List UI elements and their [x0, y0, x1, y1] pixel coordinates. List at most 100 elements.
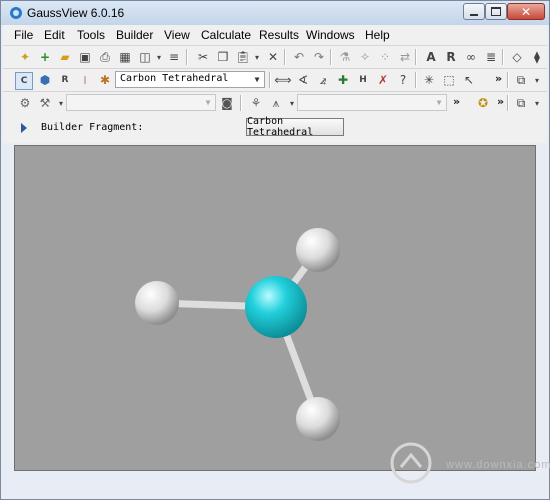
image-icon[interactable]: ▦ [117, 49, 133, 65]
menu-builder[interactable]: Builder [116, 28, 153, 42]
toolbar-overflow-chevron[interactable]: » [497, 95, 504, 108]
toolbar-separator [507, 95, 509, 111]
spectra-icon[interactable]: ⩚ [268, 95, 284, 111]
rebond-icon[interactable]: ⁘ [377, 49, 393, 65]
minimize-button[interactable] [463, 3, 485, 20]
watermark-logo [390, 442, 432, 484]
watermark-text: www.downxia.com [446, 459, 550, 471]
label-r-icon[interactable]: R [443, 49, 459, 65]
r-group-icon[interactable]: R [57, 72, 73, 88]
menu-tools[interactable]: Tools [77, 28, 105, 42]
pin-icon[interactable]: ⧫ [529, 49, 545, 65]
fragment-select[interactable]: Carbon Tetrahedral ▼ [115, 71, 265, 88]
undo-icon[interactable]: ↶ [291, 49, 307, 65]
biological-icon[interactable]: ⧘ [77, 72, 93, 88]
save-icon[interactable]: ▣ [77, 49, 93, 65]
carbon-atom[interactable] [245, 276, 307, 338]
menu-file[interactable]: File [14, 28, 33, 42]
gaussian-calc-icon[interactable]: ⚙ [17, 95, 33, 111]
builder-toolbar: C ⬢ R ⧘ ✱ Carbon Tetrahedral ▼ ⟺ ∢ ⦨ ✚ H… [3, 69, 547, 92]
menu-view[interactable]: View [164, 28, 190, 42]
redo-icon[interactable]: ↷ [311, 49, 327, 65]
symmetrize-icon[interactable]: ✧ [357, 49, 373, 65]
ring-icon[interactable]: ⬢ [37, 72, 53, 88]
maximize-icon [491, 7, 501, 16]
toolbar-separator [186, 49, 188, 65]
toolbar-separator [240, 95, 242, 111]
window-title: GaussView 6.0.16 [27, 6, 125, 20]
menu-edit[interactable]: Edit [44, 28, 65, 42]
expand-arrow-icon[interactable] [21, 123, 27, 133]
calc-toolbar: ⚙ ⚒ ▾ ▼ ◙ ⚘ ⩚ ▾ ▼ » ✪ » ⧉ ▾ [3, 92, 547, 115]
preferences-icon[interactable]: ✪ [475, 95, 491, 111]
chevron-down-icon: ▼ [436, 98, 442, 107]
tile-dropdown-icon[interactable]: ▾ [529, 95, 545, 111]
toolbar-overflow-chevron[interactable]: » [453, 95, 460, 108]
dihedral-icon[interactable]: ⦨ [315, 72, 331, 88]
hydrogen-atom-2[interactable] [135, 281, 179, 325]
label-a-icon[interactable]: A [423, 49, 439, 65]
results-icon[interactable]: ◙ [219, 95, 235, 111]
bond-angle-icon[interactable]: ∢ [295, 72, 311, 88]
add-hydrogen-icon[interactable]: H [355, 72, 371, 88]
hydrogen-atom-1[interactable] [296, 228, 340, 272]
menu-windows[interactable]: Windows [306, 28, 355, 42]
bond-length-icon[interactable]: ⟺ [274, 72, 291, 88]
new-file-icon[interactable]: ✦ [17, 49, 33, 65]
clean-icon[interactable]: ⚗ [337, 49, 353, 65]
molecule-canvas[interactable] [15, 146, 535, 470]
menu-results[interactable]: Results [259, 28, 299, 42]
arrow-cursor-icon[interactable]: ↖ [461, 72, 477, 88]
layers-icon[interactable]: ≣ [483, 49, 499, 65]
windows-icon[interactable]: ⧉ [513, 72, 529, 88]
windows-dropdown-icon[interactable]: ▾ [529, 72, 545, 88]
delete-icon[interactable]: ✕ [265, 49, 281, 65]
element-c-icon[interactable]: C [15, 72, 33, 90]
select-atom-icon[interactable]: ✳ [421, 72, 437, 88]
molecule-viewport[interactable] [14, 145, 536, 471]
link-icon[interactable]: ∞ [463, 49, 479, 65]
job-setup-icon[interactable]: ⚒ [37, 95, 53, 111]
menu-help[interactable]: Help [365, 28, 390, 42]
menu-calculate[interactable]: Calculate [201, 28, 251, 42]
tile-icon[interactable]: ⧉ [513, 95, 529, 111]
gaussview-window: GaussView 6.0.16 ✕ File Edit Tools Build… [0, 0, 550, 500]
add-valence-icon[interactable]: ✚ [335, 72, 351, 88]
open-folder-icon[interactable]: ▰ [57, 49, 73, 65]
custom-fragment-icon[interactable]: ✱ [97, 72, 113, 88]
paste-dropdown-icon[interactable]: ▾ [249, 49, 265, 65]
toolbar-separator [415, 72, 417, 88]
select-box-icon[interactable]: ⬚ [441, 72, 457, 88]
builder-fragment-label: Builder Fragment: [41, 122, 144, 133]
chevron-down-icon: ▼ [254, 75, 260, 84]
mirror-icon[interactable]: ⇄ [397, 49, 413, 65]
toolbar-separator [415, 49, 417, 65]
results-select[interactable]: ▼ [297, 94, 447, 111]
toolbar-overflow-chevron[interactable]: » [495, 72, 502, 85]
chevron-down-icon: ▼ [205, 98, 211, 107]
maximize-button[interactable] [485, 3, 507, 20]
surfaces-icon[interactable]: ⚘ [248, 95, 264, 111]
calc-select[interactable]: ▼ [66, 94, 216, 111]
toolbar-separator [269, 72, 271, 88]
cut-icon[interactable]: ✂ [195, 49, 211, 65]
hydrogen-atom-3[interactable] [296, 397, 340, 441]
toolbar-separator [507, 72, 509, 88]
builder-fragment-bar: Builder Fragment: Carbon Tetrahedral [3, 113, 547, 143]
add-icon[interactable]: + [37, 49, 53, 65]
gaussview-app-icon [10, 7, 22, 19]
copy-icon[interactable]: ❐ [215, 49, 231, 65]
diamond-icon[interactable]: ◇ [509, 49, 525, 65]
builder-fragment-button[interactable]: Carbon Tetrahedral [246, 116, 344, 138]
window-dropdown-icon[interactable]: ▾ [151, 49, 167, 65]
list-icon[interactable]: ≡ [166, 49, 182, 65]
print-icon[interactable]: ⎙ [97, 49, 113, 65]
delete-atom-icon[interactable]: ✗ [375, 72, 391, 88]
toolbar-separator [330, 49, 332, 65]
fragment-select-value: Carbon Tetrahedral [120, 73, 229, 84]
close-button[interactable]: ✕ [507, 3, 545, 20]
menu-bar: File Edit Tools Builder View Calculate R… [3, 25, 547, 46]
title-bar: GaussView 6.0.16 ✕ [1, 1, 549, 25]
inquire-icon[interactable]: ? [395, 72, 411, 88]
toolbar-separator [284, 49, 286, 65]
